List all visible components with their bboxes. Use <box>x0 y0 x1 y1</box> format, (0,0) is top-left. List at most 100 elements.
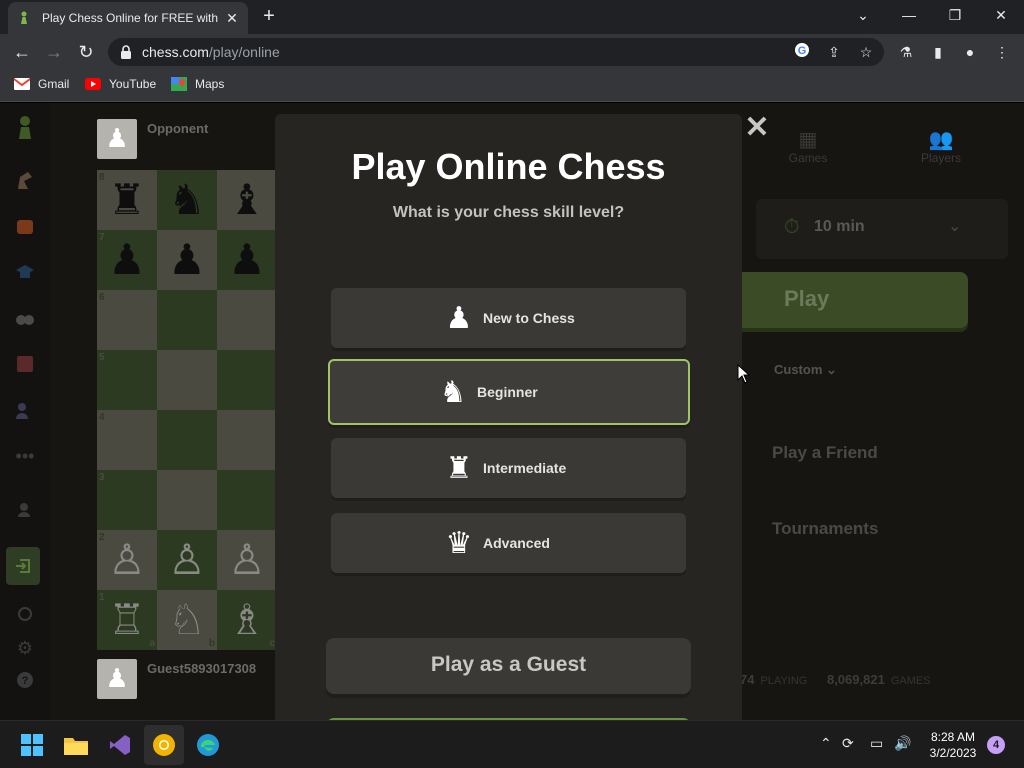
square-c7[interactable]: ♟ <box>217 230 277 290</box>
file-explorer-icon[interactable] <box>56 725 96 765</box>
google-icon[interactable]: G <box>792 42 812 62</box>
windows-start-icon[interactable] <box>12 725 52 765</box>
square-a4[interactable]: 4 <box>97 410 157 470</box>
new-tab-icon[interactable]: + <box>258 6 280 28</box>
tab-search-icon[interactable]: ⌄ <box>849 4 877 26</box>
black-bishop-piece[interactable]: ♝ <box>217 170 277 230</box>
skill-option-beginner[interactable]: ♞ Beginner <box>328 359 690 425</box>
edge-icon[interactable] <box>188 725 228 765</box>
square-a3[interactable]: 3 <box>97 470 157 530</box>
chrome-icon[interactable] <box>144 725 184 765</box>
square-a1[interactable]: 1 ♖ a <box>97 590 157 650</box>
chess-com-logo-icon[interactable] <box>10 113 40 143</box>
login-icon[interactable] <box>6 547 40 585</box>
play-icon[interactable] <box>10 165 40 195</box>
bookmark-gmail[interactable]: Gmail <box>14 77 69 91</box>
black-pawn-piece[interactable]: ♟ <box>217 230 277 290</box>
square-b6[interactable] <box>157 290 217 350</box>
square-c1[interactable]: ♗ c <box>217 590 277 650</box>
square-a6[interactable]: 6 <box>97 290 157 350</box>
minimize-icon[interactable]: — <box>895 4 923 26</box>
modal-subtitle: What is your chess skill level? <box>392 204 625 221</box>
square-c4[interactable] <box>217 410 277 470</box>
square-a7[interactable]: 7 ♟ <box>97 230 157 290</box>
svg-text:?: ? <box>22 675 29 687</box>
white-rook-piece[interactable]: ♖ <box>97 590 157 650</box>
skill-option-new-to-chess[interactable]: ♟ New to Chess <box>331 288 686 348</box>
white-pawn-piece[interactable]: ♙ <box>157 530 217 590</box>
play-a-friend-link[interactable]: Play a Friend <box>772 443 878 463</box>
bookmark-label: Maps <box>195 77 225 91</box>
tab-close-icon[interactable]: ✕ <box>224 10 240 27</box>
share-icon[interactable]: ⇪ <box>824 42 844 62</box>
square-a2[interactable]: 2 ♙ <box>97 530 157 590</box>
square-b7[interactable]: ♟ <box>157 230 217 290</box>
settings-gear-icon[interactable]: ⚙ <box>10 633 40 663</box>
black-pawn-piece[interactable]: ♟ <box>97 230 157 290</box>
system-clock[interactable]: 8:28 AM 3/2/2023 <box>918 729 988 761</box>
tournaments-link[interactable]: Tournaments <box>772 519 878 539</box>
white-bishop-piece[interactable]: ♗ <box>217 590 277 650</box>
square-c8[interactable]: ♝ <box>217 170 277 230</box>
window-close-icon[interactable]: ✕ <box>987 4 1015 26</box>
sync-icon[interactable]: ⟳ <box>842 735 854 752</box>
reload-icon[interactable]: ↻ <box>74 40 98 64</box>
black-rook-piece[interactable]: ♜ <box>97 170 157 230</box>
square-c6[interactable] <box>217 290 277 350</box>
restore-icon[interactable]: ❐ <box>941 4 969 26</box>
square-c3[interactable] <box>217 470 277 530</box>
bookmark-star-icon[interactable]: ☆ <box>856 42 876 62</box>
play-as-guest-button[interactable]: Play as a Guest <box>326 638 691 694</box>
tab-players[interactable]: 👥 Players <box>901 127 981 165</box>
theme-toggle-icon[interactable] <box>10 599 40 629</box>
address-bar[interactable]: chess.com/play/online G ⇪ ☆ <box>108 38 884 66</box>
time-control-select[interactable]: ⏱ 10 min ⌄ <box>756 199 1008 259</box>
square-b1[interactable]: ♘ b <box>157 590 217 650</box>
volume-icon[interactable]: 🔊 <box>894 735 911 752</box>
back-icon[interactable]: ← <box>10 40 34 64</box>
skill-option-advanced[interactable]: ♛ Advanced <box>331 513 686 573</box>
news-icon[interactable] <box>10 349 40 379</box>
play-button[interactable]: Play <box>740 272 968 328</box>
skill-option-intermediate[interactable]: ♜ Intermediate <box>331 438 686 498</box>
display-icon[interactable]: ▭ <box>870 735 883 752</box>
square-b4[interactable] <box>157 410 217 470</box>
friends-icon[interactable] <box>10 495 40 525</box>
tray-overflow-chevron-icon[interactable]: ⌃ <box>820 735 832 752</box>
playing-label: PLAYING <box>760 675 808 687</box>
rank-label: 3 <box>99 472 105 483</box>
square-b5[interactable] <box>157 350 217 410</box>
watch-icon[interactable] <box>10 303 40 333</box>
notification-badge[interactable]: 4 <box>987 736 1005 754</box>
play-panel: ▦ Games 👥 Players ⏱ 10 min ⌄ Play Custom… <box>740 103 1024 720</box>
modal-close-icon[interactable]: ✕ <box>744 113 770 143</box>
white-pawn-piece[interactable]: ♙ <box>217 530 277 590</box>
tab-games[interactable]: ▦ Games <box>768 127 848 165</box>
profile-icon[interactable]: ● <box>960 42 980 62</box>
menu-kebab-icon[interactable]: ⋮ <box>992 42 1012 62</box>
browser-tab[interactable]: Play Chess Online for FREE with F ✕ <box>8 2 248 34</box>
black-knight-piece[interactable]: ♞ <box>157 170 217 230</box>
square-a8[interactable]: 8 ♜ <box>97 170 157 230</box>
black-pawn-piece[interactable]: ♟ <box>157 230 217 290</box>
side-panel-icon[interactable]: ▮ <box>928 42 948 62</box>
square-c5[interactable] <box>217 350 277 410</box>
help-icon[interactable]: ? <box>10 665 40 695</box>
labs-flask-icon[interactable]: ⚗ <box>896 42 916 62</box>
square-c2[interactable]: ♙ <box>217 530 277 590</box>
puzzles-icon[interactable] <box>10 211 40 241</box>
learn-icon[interactable] <box>10 257 40 287</box>
social-icon[interactable] <box>10 395 40 425</box>
custom-dropdown[interactable]: Custom ⌄ <box>774 362 837 378</box>
square-b2[interactable]: ♙ <box>157 530 217 590</box>
visual-studio-icon[interactable] <box>100 725 140 765</box>
more-icon[interactable]: ••• <box>10 441 40 471</box>
square-a5[interactable]: 5 <box>97 350 157 410</box>
bookmark-maps[interactable]: Maps <box>171 77 224 91</box>
chess-page: ••• ⚙ ? ♟ Opponent 8 ♜ ♞ ♝ 7 ♟ ♟ ♟ 6 5 4 3 <box>0 103 1024 720</box>
square-b3[interactable] <box>157 470 217 530</box>
bookmark-youtube[interactable]: YouTube <box>85 77 156 91</box>
forward-icon[interactable]: → <box>42 40 66 64</box>
square-b8[interactable]: ♞ <box>157 170 217 230</box>
white-pawn-piece[interactable]: ♙ <box>97 530 157 590</box>
